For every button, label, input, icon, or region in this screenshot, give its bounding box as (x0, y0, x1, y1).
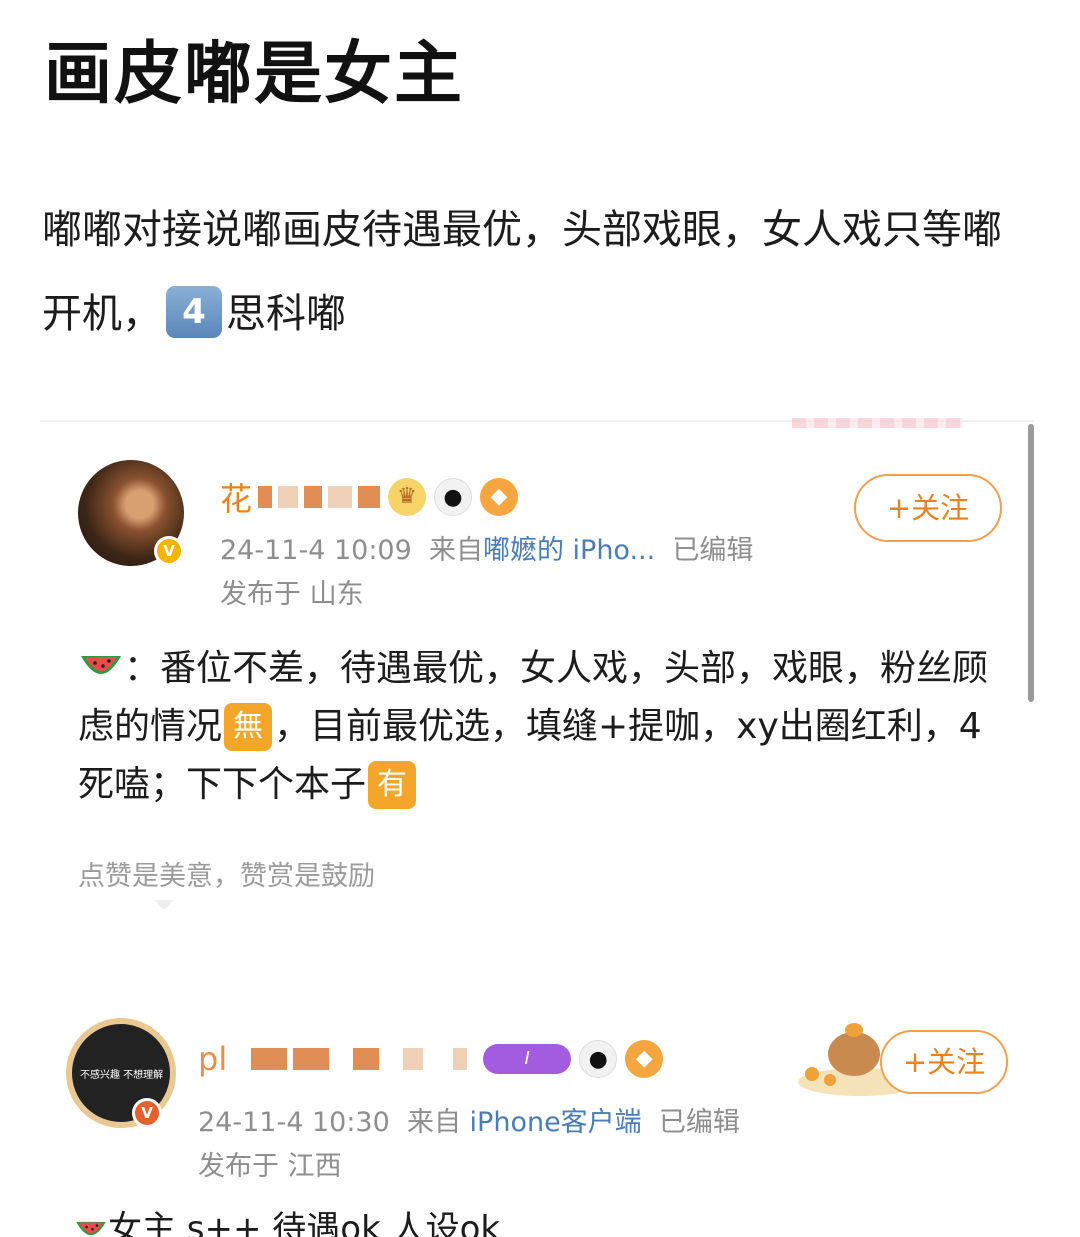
watermelon-icon (76, 1221, 106, 1236)
fish-icon: ◆ (480, 478, 519, 516)
tag-you: 有 (368, 761, 417, 809)
username[interactable]: pl I ● ◆ (198, 1040, 664, 1078)
post-body-part2: 思科嘟 (226, 291, 346, 337)
comment-meta: 24-11-4 10:30 来自 iPhone客户端 已编辑 (198, 1100, 740, 1139)
location-label: 发布于 山东 (220, 579, 364, 610)
avatar-text: 不感兴趣 不想理解 (80, 1070, 164, 1081)
comment-meta: 24-11-4 10:09 来自嘟嬷的 iPho... 已编辑 (220, 528, 753, 567)
source-link[interactable]: iPhone客户端 (470, 1107, 642, 1138)
embedded-screenshot: V 花 ♛ ● ◆ 24-11-4 10:09 来自嘟嬷的 iPho... 已编… (40, 418, 1034, 1237)
from-label: 来自 (428, 535, 483, 566)
username-blur (251, 1048, 288, 1070)
comment-text: 女主 s++ 待遇ok 人设ok (74, 1200, 994, 1237)
watermelon-icon (81, 656, 121, 674)
praise-text[interactable]: 点赞是美意，赞赏是鼓励 (78, 854, 375, 893)
username-blur (293, 1048, 330, 1070)
timestamp: 24-11-4 10:30 (198, 1107, 390, 1138)
source-link[interactable]: 嘟嬷的 iPho... (483, 535, 655, 566)
caret-icon (154, 900, 174, 910)
crown-icon: ♛ (388, 478, 427, 516)
verified-icon: V (132, 1098, 162, 1128)
username-text: pl (198, 1040, 228, 1078)
follow-button[interactable]: +关注 (854, 474, 1002, 542)
username[interactable]: 花 ♛ ● ◆ (220, 474, 519, 520)
panda-icon: ● (579, 1040, 618, 1078)
username-blur (258, 486, 273, 508)
username-blur (328, 486, 353, 508)
location-label: 发布于 江西 (198, 1151, 342, 1182)
username-blur (353, 1048, 380, 1070)
username-blur (453, 1048, 468, 1070)
username-blur (403, 1048, 424, 1070)
username-blur (304, 486, 323, 508)
comment-text-part: 女主 s++ 待遇ok 人设ok (108, 1209, 501, 1237)
from-label: 来自 (406, 1107, 461, 1138)
level-badge: I (483, 1044, 572, 1074)
timestamp: 24-11-4 10:09 (220, 535, 412, 566)
scrollbar[interactable] (1028, 424, 1034, 702)
username-blur (278, 486, 299, 508)
post-body: 嘟嘟对接说嘟画皮待遇最优，头部戏眼，女人戏只等嘟开机， 4 思科嘟 (42, 188, 1032, 356)
edited-label: 已编辑 (658, 1107, 740, 1138)
panda-icon: ● (434, 478, 473, 516)
fish-icon: ◆ (625, 1040, 664, 1078)
follow-button[interactable]: +关注 (880, 1030, 1008, 1094)
post-title: 画皮嘟是女主 (44, 35, 465, 114)
number-4-badge: 4 (166, 286, 222, 338)
tag-wu: 無 (224, 703, 273, 751)
comment-text: ：番位不差，待遇最优，女人戏，头部，戏眼，粉丝顾虑的情况無，目前最优选，填缝+提… (78, 640, 998, 814)
decorative-strip (792, 418, 962, 428)
verified-icon: V (154, 536, 184, 566)
edited-label: 已编辑 (672, 535, 754, 566)
username-blur (358, 486, 381, 508)
username-text: 花 (220, 480, 253, 518)
